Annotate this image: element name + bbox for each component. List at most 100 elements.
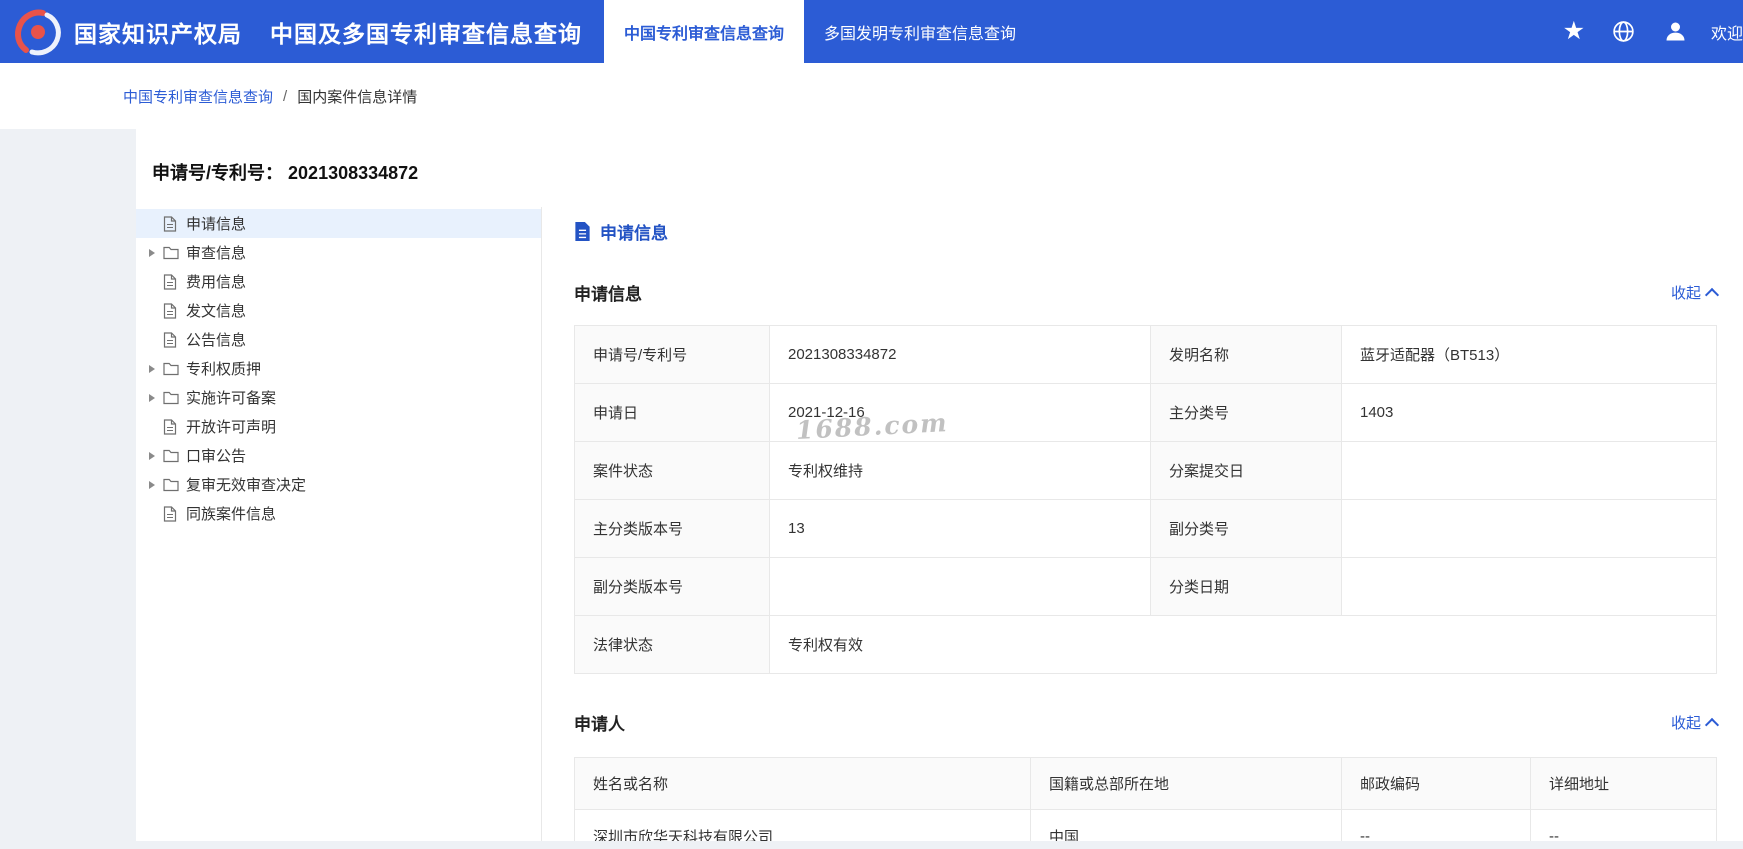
collapse-label: 收起 bbox=[1670, 715, 1701, 732]
sidebar-item-reexamination-decision[interactable]: 复审无效审查决定 bbox=[136, 470, 541, 499]
main-card: 申请号/专利号： 2021308334872 申请信息 审查信息 费用信息 发文… bbox=[136, 129, 1743, 841]
doc-icon bbox=[163, 331, 177, 348]
folder-icon bbox=[163, 246, 179, 260]
sidebar-item-announcement-info[interactable]: 公告信息 bbox=[136, 325, 541, 354]
doc-icon bbox=[163, 302, 177, 319]
sidebar-item-label: 同族案件信息 bbox=[186, 506, 277, 523]
table-row: 申请号/专利号 2021308334872 发明名称 蓝牙适配器（BT513） bbox=[574, 325, 1717, 384]
sidebar-item-patent-pledge[interactable]: 专利权质押 bbox=[136, 354, 541, 383]
sidebar-item-patent-family[interactable]: 同族案件信息 bbox=[136, 499, 541, 528]
sidebar-item-examination-info[interactable]: 审查信息 bbox=[136, 238, 541, 267]
sidebar-item-fee-info[interactable]: 费用信息 bbox=[136, 267, 541, 296]
breadcrumb-current: 国内案件信息详情 bbox=[297, 88, 418, 106]
sidebar-item-label: 费用信息 bbox=[186, 274, 247, 291]
document-icon bbox=[575, 222, 590, 241]
sidebar-item-label: 开放许可声明 bbox=[186, 419, 277, 436]
breadcrumb-separator: / bbox=[283, 87, 288, 105]
table-row: 法律状态 专利权有效 bbox=[574, 615, 1717, 674]
folder-icon bbox=[163, 478, 179, 492]
caret-right-icon[interactable] bbox=[149, 480, 155, 489]
collapse-toggle[interactable]: 收起 bbox=[1670, 712, 1720, 733]
field-value: 专利权有效 bbox=[769, 615, 1717, 674]
applicant-name: 深圳市欣华天科技有限公司 bbox=[574, 809, 1031, 841]
folder-icon bbox=[163, 391, 179, 405]
field-label: 法律状态 bbox=[574, 615, 770, 674]
field-label: 副分类号 bbox=[1150, 499, 1342, 558]
sidebar-item-label: 口审公告 bbox=[186, 448, 247, 465]
header-tabs: 中国专利审查信息查询 多国发明专利审查信息查询 bbox=[604, 0, 1036, 63]
sidebar-item-open-license[interactable]: 开放许可声明 bbox=[136, 412, 541, 441]
sidebar-item-notification-info[interactable]: 发文信息 bbox=[136, 296, 541, 325]
sidebar-item-label: 申请信息 bbox=[186, 216, 247, 233]
field-value bbox=[769, 557, 1151, 616]
breadcrumb-home-link[interactable]: 中国专利审查信息查询 bbox=[123, 86, 273, 107]
section-title: 申请信息 bbox=[574, 285, 642, 304]
top-header: 国家知识产权局 中国及多国专利审查信息查询 中国专利审查信息查询 多国发明专利审… bbox=[0, 0, 1743, 63]
applicant-address: -- bbox=[1530, 809, 1717, 841]
caret-right-icon[interactable] bbox=[149, 248, 155, 257]
welcome-text: 欢迎 bbox=[1710, 25, 1743, 43]
field-label: 主分类版本号 bbox=[574, 499, 770, 558]
language-globe-icon[interactable] bbox=[1611, 19, 1636, 44]
sidebar-item-application-info[interactable]: 申请信息 bbox=[136, 209, 541, 238]
sidebar-item-label: 公告信息 bbox=[186, 332, 247, 349]
field-label: 发明名称 bbox=[1150, 325, 1342, 384]
detail-panel: 申请信息 申请信息 收起 申请号/专利号 2021308334872 发明名称 … bbox=[542, 207, 1743, 841]
column-header: 姓名或名称 bbox=[574, 757, 1031, 810]
case-number-label: 申请号/专利号： bbox=[152, 163, 284, 183]
table-row: 案件状态 专利权维持 分案提交日 bbox=[574, 441, 1717, 500]
field-value: 专利权维持 bbox=[769, 441, 1151, 500]
applicant-postcode: -- bbox=[1341, 809, 1531, 841]
chevron-up-icon bbox=[1704, 717, 1720, 732]
field-label: 申请日 bbox=[574, 383, 770, 442]
field-value: 2021308334872 bbox=[769, 325, 1151, 384]
field-label: 副分类版本号 bbox=[574, 557, 770, 616]
applicant-section-header: 申请人 收起 bbox=[574, 710, 1720, 735]
tab-china-patent-search[interactable]: 中国专利审查信息查询 bbox=[604, 0, 805, 63]
site-title: 中国及多国专利审查信息查询 bbox=[270, 20, 582, 47]
column-header: 详细地址 bbox=[1530, 757, 1717, 810]
sidebar-item-label: 专利权质押 bbox=[186, 361, 262, 378]
caret-right-icon[interactable] bbox=[149, 364, 155, 373]
field-label: 主分类号 bbox=[1150, 383, 1342, 442]
folder-icon bbox=[163, 449, 179, 463]
favorite-star-icon[interactable]: ★ bbox=[1563, 19, 1585, 44]
sidebar-item-label: 复审无效审查决定 bbox=[186, 477, 307, 494]
table-header-row: 姓名或名称 国籍或总部所在地 邮政编码 详细地址 bbox=[574, 757, 1717, 810]
field-value bbox=[1341, 557, 1717, 616]
field-label: 案件状态 bbox=[574, 441, 770, 500]
table-row: 深圳市欣华天科技有限公司 中国 -- -- bbox=[574, 809, 1717, 841]
field-label: 分类日期 bbox=[1150, 557, 1342, 616]
sidebar-item-oral-hearing[interactable]: 口审公告 bbox=[136, 441, 541, 470]
cnipa-logo-icon bbox=[15, 9, 61, 55]
application-section-header: 申请信息 收起 bbox=[574, 280, 1720, 305]
tab-multinational-patent-search[interactable]: 多国发明专利审查信息查询 bbox=[804, 0, 1036, 63]
table-row: 申请日 2021-12-16 主分类号 1403 bbox=[574, 383, 1717, 442]
page-title: 申请号/专利号： 2021308334872 bbox=[136, 129, 1743, 185]
applicant-country: 中国 bbox=[1030, 809, 1342, 841]
field-value: 2021-12-16 bbox=[769, 383, 1151, 442]
field-value: 蓝牙适配器（BT513） bbox=[1341, 325, 1717, 384]
header-actions: ★ 欢迎 bbox=[1537, 18, 1743, 45]
caret-right-icon[interactable] bbox=[149, 393, 155, 402]
caret-right-icon[interactable] bbox=[149, 451, 155, 460]
sidebar-item-label: 发文信息 bbox=[186, 303, 247, 320]
collapse-toggle[interactable]: 收起 bbox=[1670, 282, 1720, 303]
table-row: 副分类版本号 分类日期 bbox=[574, 557, 1717, 616]
user-account-icon[interactable] bbox=[1662, 18, 1689, 45]
table-row: 主分类版本号 13 副分类号 bbox=[574, 499, 1717, 558]
field-value: 13 bbox=[769, 499, 1151, 558]
sidebar-tree: 申请信息 审查信息 费用信息 发文信息 公告信息 专利权质押 实施许可备案 开放… bbox=[136, 207, 542, 841]
panel-title: 申请信息 bbox=[600, 224, 668, 243]
field-value bbox=[1341, 441, 1717, 500]
doc-icon bbox=[163, 505, 177, 522]
column-header: 邮政编码 bbox=[1341, 757, 1531, 810]
column-header: 国籍或总部所在地 bbox=[1030, 757, 1342, 810]
section-title: 申请人 bbox=[574, 715, 625, 734]
doc-icon bbox=[163, 215, 177, 232]
doc-icon bbox=[163, 273, 177, 290]
field-value bbox=[1341, 499, 1717, 558]
collapse-label: 收起 bbox=[1670, 285, 1701, 302]
case-number-value: 2021308334872 bbox=[288, 163, 419, 183]
sidebar-item-license-record[interactable]: 实施许可备案 bbox=[136, 383, 541, 412]
